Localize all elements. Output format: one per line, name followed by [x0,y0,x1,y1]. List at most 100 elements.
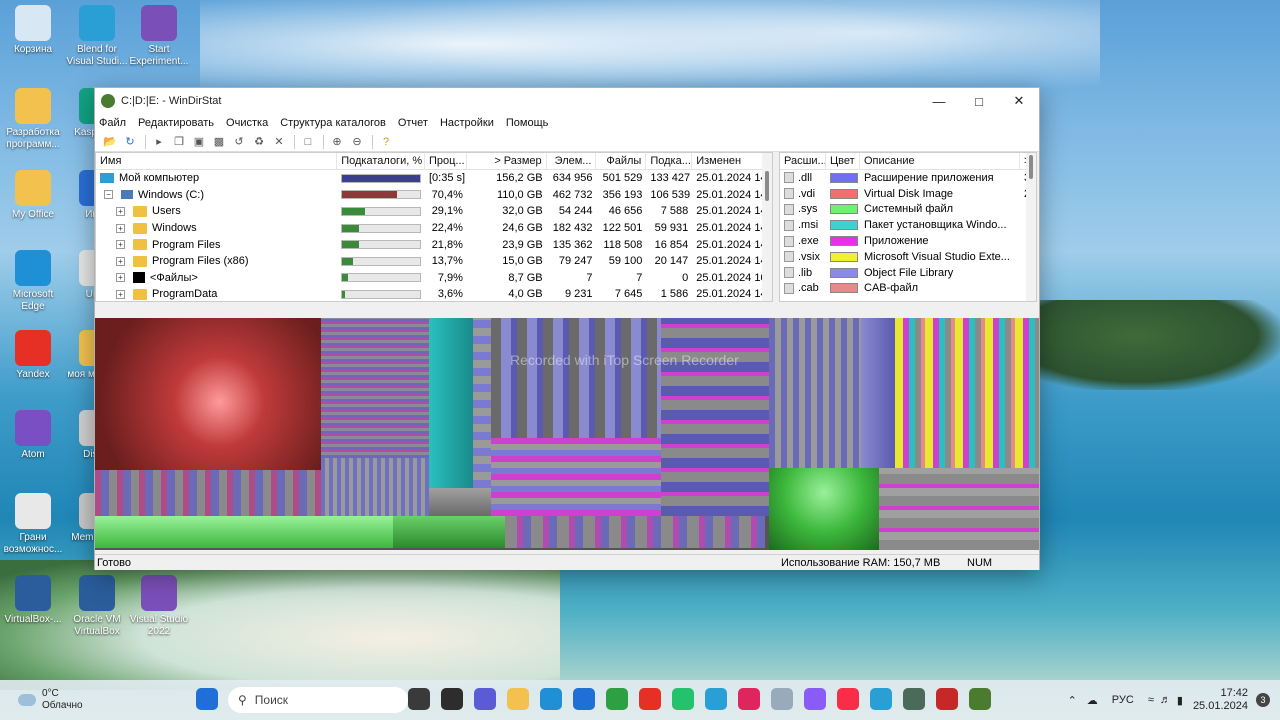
col-name[interactable]: Имя [96,153,338,169]
treemap-block[interactable] [491,318,661,438]
taskbar-app-icon[interactable] [870,688,892,710]
desktop-icon[interactable]: VirtualBox-... [0,575,66,626]
extension-row[interactable]: .dllРасширение приложения3 [780,170,1036,186]
desktop-icon[interactable]: Разработка программ... [0,88,66,151]
col-subdirs[interactable]: Подка... [646,153,693,169]
desktop-icon[interactable]: Blend for Visual Studi... [64,5,130,68]
title-bar[interactable]: C:|D:|E: - WinDirStat — □ ✕ [95,88,1039,114]
treemap-block[interactable] [491,438,661,516]
refresh-icon[interactable]: ↻ [121,134,139,150]
onedrive-icon[interactable]: ☁ [1087,694,1098,707]
taskbar-app-icon[interactable] [903,688,925,710]
treemap-block[interactable] [895,318,1039,468]
col-items[interactable]: Элем... [547,153,597,169]
tree-row[interactable]: + Program Files 21,8% 23,9 GB 135 362 118 508… [96,236,772,253]
treemap-block[interactable] [769,468,879,550]
expand-icon[interactable]: + [116,240,125,250]
expand-icon[interactable]: + [116,256,125,266]
extension-row[interactable]: .exe Приложение [780,233,1036,249]
explorer-icon[interactable]: ▣ [190,134,208,150]
treemap-block[interactable] [473,318,491,488]
tree-row[interactable]: − Windows (C:) 70,4% 110,0 GB 462 732 356 193… [96,187,772,204]
desktop-icon[interactable]: Yandex [0,330,66,381]
col-extension[interactable]: Расши... [780,153,826,169]
col-files[interactable]: Файлы [596,153,647,169]
volume-icon[interactable]: ♬ [1160,694,1171,706]
treemap-block[interactable] [95,470,321,516]
col-modified[interactable]: Изменен [692,153,772,169]
treemap-block[interactable] [879,468,1039,550]
copy-icon[interactable]: ❐ [170,134,188,150]
desktop-icon[interactable]: My Office [0,170,66,221]
chevron-up-icon[interactable]: ⌃ [1068,694,1077,707]
extension-row[interactable]: .vsix Microsoft Visual Studio Exte... [780,249,1036,265]
col-percent[interactable]: Проц... [425,153,467,169]
taskbar-app-icon[interactable] [540,688,562,710]
cmd-icon[interactable]: ▩ [210,134,228,150]
menu-treemap[interactable]: Структура каталогов [280,117,386,129]
desktop-icon[interactable]: Oracle VM VirtualBox [64,575,130,638]
extension-row[interactable]: .msi Пакет установщика Windo... [780,217,1036,233]
menu-cleanup[interactable]: Очистка [226,117,268,129]
expand-icon[interactable]: + [116,223,125,233]
menu-report[interactable]: Отчет [398,117,428,129]
collapse-icon[interactable]: − [104,190,113,200]
desktop-icon[interactable]: Visual Studio 2022 [126,575,192,638]
recycle-icon[interactable]: ♻ [250,134,268,150]
tree-scrollbar[interactable] [762,153,772,301]
col-color[interactable]: Цвет [826,153,860,169]
taskbar-app-icon[interactable] [441,688,463,710]
treemap-block[interactable] [429,318,473,488]
desktop-icon[interactable]: Atom [0,410,66,461]
treemap-block[interactable] [661,318,769,516]
treemap-block[interactable] [505,516,765,548]
tree-row[interactable]: + Windows 22,4% 24,6 GB 182 432 122 501 59 931… [96,220,772,237]
notification-badge[interactable]: 3 [1256,693,1270,707]
treemap-block[interactable] [393,516,505,548]
taskbar-app-icon[interactable] [705,688,727,710]
treemap-block[interactable] [321,458,429,516]
open-icon[interactable]: 📂 [101,134,119,150]
extension-row[interactable]: .lib Object File Library [780,265,1036,281]
treemap-block[interactable] [321,318,429,458]
expand-icon[interactable]: + [116,273,125,283]
treemap-block[interactable] [429,488,491,516]
desktop-icon[interactable]: Start Experiment... [126,5,192,68]
clock[interactable]: 17:42 25.01.2024 [1193,687,1248,713]
tree-row[interactable]: Мой компьютер [0:35 s] 156,2 GB 634 956 501 … [96,170,772,187]
taskbar-app-icon[interactable] [507,688,529,710]
taskbar-app-icon[interactable] [408,688,430,710]
zoom-out-icon[interactable]: ⊖ [348,134,366,150]
taskbar-app-icon[interactable] [672,688,694,710]
taskbar-app-icon[interactable] [639,688,661,710]
taskbar-app-icon[interactable] [804,688,826,710]
play-icon[interactable]: ▸ [150,134,168,150]
ext-scrollbar[interactable] [1026,153,1036,301]
treemap-block[interactable] [95,318,321,470]
tree-row[interactable]: + Users 29,1% 32,0 GB 54 244 46 656 7 588 25.01… [96,203,772,220]
taskbar-app-icon[interactable] [738,688,760,710]
expand-icon[interactable]: + [116,206,125,216]
start-icon[interactable] [196,688,218,710]
desktop-icon[interactable]: Грани возможнос... [0,493,66,556]
extension-row[interactable]: .cab CAB-файл [780,281,1036,297]
menu-help[interactable]: Помощь [506,117,549,129]
desktop-icon[interactable]: Microsoft Edge [0,250,66,313]
taskbar-search[interactable]: ⚲ Поиск [228,687,408,713]
battery-icon[interactable]: ▮ [1177,694,1183,707]
treemap-block[interactable] [769,318,861,468]
close-button[interactable]: ✕ [999,88,1039,114]
taskbar-app-icon[interactable] [474,688,496,710]
treemap-block[interactable] [861,318,895,468]
taskbar-app-icon[interactable] [606,688,628,710]
col-size[interactable]: > Размер [467,153,547,169]
desktop-icon[interactable]: Корзина [0,5,66,56]
properties-icon[interactable]: □ [299,134,317,150]
weather-widget[interactable]: 0°C Облачно [18,688,83,712]
language-indicator[interactable]: РУС [1112,694,1134,706]
extension-row[interactable]: .vdiVirtual Disk Image2 [780,186,1036,202]
tree-row[interactable]: + <Файлы> 7,9% 8,7 GB 7 7 0 25.01.2024 10:53 [96,270,772,287]
taskbar-app-icon[interactable] [573,688,595,710]
minimize-button[interactable]: — [919,88,959,114]
extension-row[interactable]: .sys Системный файл [780,202,1036,218]
